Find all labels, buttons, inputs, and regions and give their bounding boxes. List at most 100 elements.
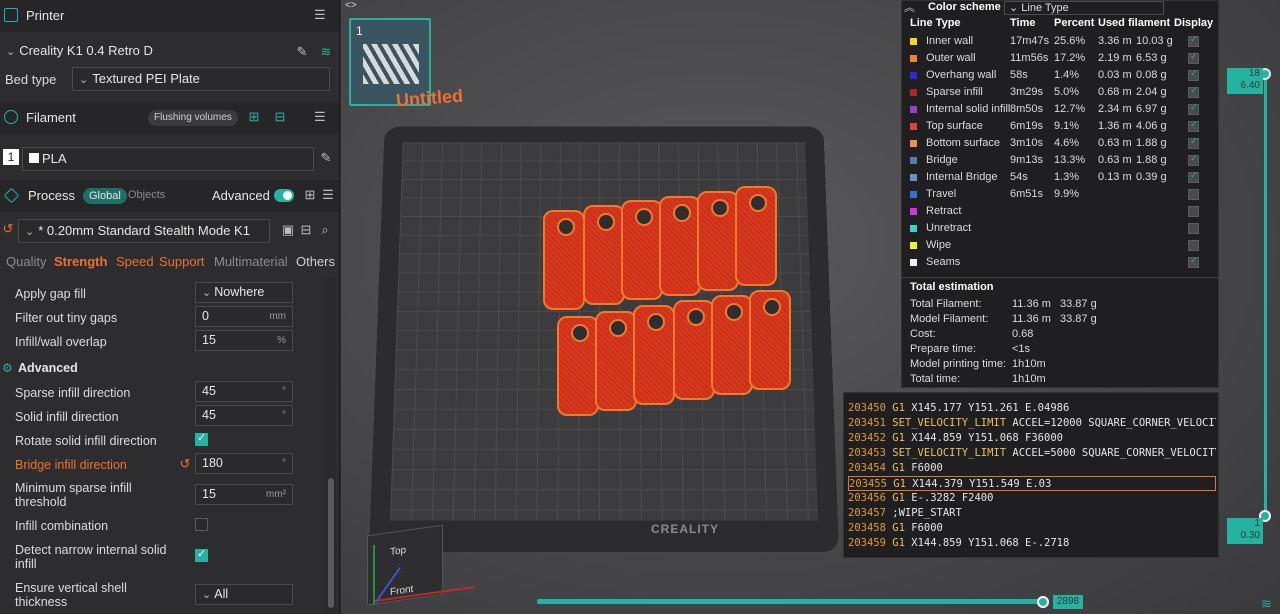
model-part[interactable] xyxy=(595,311,637,411)
gcode-line[interactable]: 203458 G1 F6000 xyxy=(848,521,1216,536)
min-sparse-label: Minimum sparse infill threshold xyxy=(15,481,132,509)
model-part[interactable] xyxy=(621,200,663,300)
bridge-dir-input[interactable]: 180 ° xyxy=(195,453,293,474)
plate-name[interactable]: Untitled xyxy=(395,86,463,112)
edit-icon[interactable]: ✎ xyxy=(294,44,310,60)
model-part[interactable] xyxy=(673,300,715,400)
advanced-switch[interactable] xyxy=(274,189,294,202)
model-part[interactable] xyxy=(557,316,599,416)
move-slider-value: 2898 xyxy=(1053,595,1083,609)
tiny-gaps-input[interactable]: 0 mm xyxy=(195,306,293,327)
printer-settings-icon[interactable]: ☰ xyxy=(314,8,328,22)
model-part[interactable] xyxy=(711,295,753,395)
display-checkbox[interactable] xyxy=(1188,223,1199,234)
search-icon[interactable]: ⌕ xyxy=(317,222,333,238)
printer-select[interactable]: ⌄ Creality K1 0.4 Retro D xyxy=(0,40,290,64)
display-checkbox[interactable] xyxy=(1188,119,1199,132)
sparse-dir-input[interactable]: 45 ° xyxy=(195,381,293,402)
tab-multimaterial[interactable]: Multimaterial xyxy=(214,254,288,269)
remove-filament-icon[interactable]: ⊟ xyxy=(272,109,288,125)
filament-settings-icon[interactable]: ☰ xyxy=(314,110,328,124)
gcode-viewer[interactable]: 203450 G1 X145.177 Y151.261 E.04986 20345… xyxy=(843,392,1219,558)
tab-others[interactable]: Others xyxy=(296,254,335,269)
collapse-sidebar-icon[interactable]: <> xyxy=(345,0,363,12)
model-part[interactable] xyxy=(633,305,675,405)
collapse-legend-icon[interactable]: ︽ xyxy=(904,0,915,15)
gcode-line[interactable]: 203459 G1 X144.859 Y151.068 E-.2718 xyxy=(848,536,1216,551)
tab-support[interactable]: Support xyxy=(159,254,205,269)
cube-top-face[interactable]: Top xyxy=(390,545,406,558)
process-section-header[interactable]: Process Global Objects Advanced ⊞ ☰ xyxy=(0,180,339,212)
infill-combination-checkbox[interactable] xyxy=(195,518,208,531)
display-checkbox[interactable] xyxy=(1188,153,1199,166)
global-toggle[interactable]: Global xyxy=(83,188,127,204)
legend-row: Overhang wall 58s 1.4% 0.03 m 0.08 g xyxy=(902,67,1220,84)
reset-icon[interactable]: ↺ xyxy=(0,221,16,237)
model-part[interactable] xyxy=(749,290,791,390)
rotate-solid-checkbox[interactable] xyxy=(195,431,208,446)
gcode-line[interactable]: 203454 G1 F6000 xyxy=(848,461,1216,476)
display-checkbox[interactable] xyxy=(1188,189,1199,200)
sparse-dir-value: 45 xyxy=(202,384,216,398)
3d-viewport[interactable]: <> 1 Untitled CREALITY Top Front ︽ Color… xyxy=(341,0,1280,614)
gcode-line[interactable]: 203452 G1 X144.859 Y151.068 F36000 xyxy=(848,431,1216,446)
layers-icon[interactable]: ≋ xyxy=(1261,596,1275,611)
reset-icon[interactable]: ↺ xyxy=(177,456,193,472)
display-checkbox[interactable] xyxy=(1188,68,1199,81)
legend-row: Bottom surface 3m10s 4.6% 0.63 m 1.88 g xyxy=(902,135,1220,152)
display-checkbox[interactable] xyxy=(1188,136,1199,149)
display-checkbox[interactable] xyxy=(1188,34,1199,47)
bed-type-select[interactable]: ⌄ Textured PEI Plate xyxy=(72,67,330,91)
scrollbar-thumb[interactable] xyxy=(328,478,334,608)
save-icon[interactable]: ▣ xyxy=(280,222,296,238)
filament-select[interactable]: PLA xyxy=(22,147,314,171)
process-profile-select[interactable]: ⌄ * 0.20mm Standard Stealth Mode K1 xyxy=(18,219,270,243)
gcode-line[interactable]: 203456 G1 E-.3282 F2400 xyxy=(848,491,1216,506)
layer-bottom-height: 0.30 xyxy=(1240,530,1260,541)
display-checkbox[interactable] xyxy=(1188,206,1199,217)
compare-icon[interactable]: ⊞ xyxy=(302,187,318,203)
move-slider-knob[interactable] xyxy=(1037,596,1049,608)
gcode-line[interactable]: 203450 G1 X145.177 Y151.261 E.04986 xyxy=(848,401,1216,416)
edit-filament-icon[interactable]: ✎ xyxy=(318,150,334,166)
add-filament-icon[interactable]: ⊞ xyxy=(246,109,262,125)
display-checkbox[interactable] xyxy=(1188,51,1199,64)
flushing-volumes-button[interactable]: Flushing volumes xyxy=(148,110,238,126)
display-checkbox[interactable] xyxy=(1188,85,1199,98)
delete-icon[interactable]: ⊟ xyxy=(298,222,314,238)
display-checkbox[interactable] xyxy=(1188,170,1199,183)
gcode-line[interactable]: 203457 ;WIPE_START xyxy=(848,506,1216,521)
gcode-line[interactable]: 203451 SET_VELOCITY_LIMIT ACCEL=12000 SQ… xyxy=(848,416,1216,431)
model-part[interactable] xyxy=(583,205,625,305)
solid-dir-input[interactable]: 45 ° xyxy=(195,405,293,426)
model-part[interactable] xyxy=(659,196,701,296)
process-settings-icon[interactable]: ☰ xyxy=(320,187,336,203)
layer-slider-track[interactable] xyxy=(1264,80,1267,520)
wifi-icon[interactable]: ≋ xyxy=(318,44,334,60)
filament-section-header[interactable]: Filament Flushing volumes ⊞ ⊟ ☰ xyxy=(0,102,339,134)
gcode-line[interactable]: 203453 SET_VELOCITY_LIMIT ACCEL=5000 SQU… xyxy=(848,446,1216,461)
model-part[interactable] xyxy=(697,191,739,291)
vertical-shell-select[interactable]: ⌄ All xyxy=(195,584,293,605)
display-checkbox[interactable] xyxy=(1188,102,1199,115)
color-scheme-select[interactable]: ⌄ Line Type xyxy=(1004,1,1164,15)
display-checkbox[interactable] xyxy=(1188,240,1199,251)
model-part[interactable] xyxy=(543,210,585,310)
objects-toggle[interactable]: Objects xyxy=(128,189,165,201)
gap-fill-select[interactable]: ⌄ Nowhere xyxy=(195,282,293,303)
gcode-line-selected[interactable]: 203455 G1 X144.379 Y151.549 E.03 xyxy=(848,476,1216,491)
narrow-solid-checkbox[interactable] xyxy=(195,547,208,562)
model-part[interactable] xyxy=(735,186,777,286)
display-checkbox[interactable] xyxy=(1188,255,1199,268)
gcode-command: SET_VELOCITY_LIMIT xyxy=(892,417,1007,429)
process-title: Process xyxy=(28,188,75,203)
tab-quality[interactable]: Quality xyxy=(6,254,46,269)
min-sparse-input[interactable]: 15 mm² xyxy=(195,484,293,505)
tab-speed[interactable]: Speed xyxy=(116,254,154,269)
settings-scrollbar[interactable] xyxy=(326,278,336,614)
move-slider-track[interactable] xyxy=(537,599,1045,604)
tab-strength[interactable]: Strength xyxy=(54,254,107,269)
gap-fill-value: Nowhere xyxy=(214,285,265,299)
printer-section-header[interactable]: Printer ☰ xyxy=(0,0,339,32)
overlap-input[interactable]: 15% xyxy=(195,330,293,351)
